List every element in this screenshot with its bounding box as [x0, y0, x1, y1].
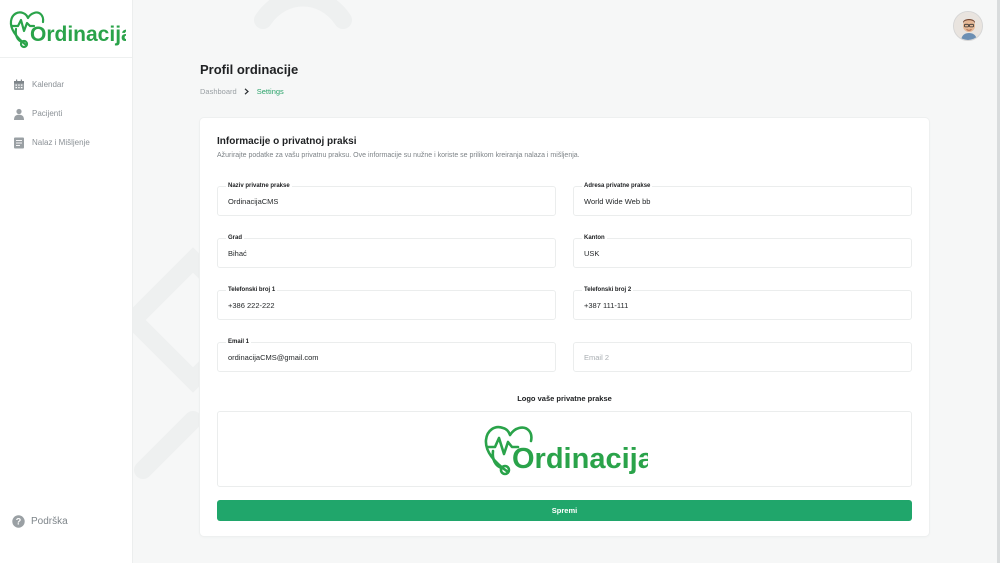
breadcrumb: Dashboard Settings — [200, 87, 284, 96]
telefon1-field: Telefonski broj 1 — [217, 286, 556, 320]
ordinacija-logo-icon: Ordinacija — [9, 10, 126, 48]
ordinacija-logo-icon: Ordinacija — [484, 425, 648, 476]
email1-field: Email 1 — [217, 338, 556, 372]
sidebar-nav: Kalendar Pacijenti Nalaz i Mišljenje — [0, 58, 132, 157]
email2-input[interactable] — [574, 343, 911, 371]
telefon2-input[interactable] — [574, 291, 911, 319]
logo-upload-area[interactable]: Ordinacija — [217, 411, 912, 487]
svg-text:Ordinacija: Ordinacija — [512, 443, 648, 475]
adresa-input[interactable] — [574, 187, 911, 215]
page-title: Profil ordinacije — [200, 62, 299, 77]
svg-text:?: ? — [16, 517, 22, 527]
card-title: Informacije o privatnoj praksi — [217, 136, 357, 147]
grad-field: Grad — [217, 234, 556, 268]
naziv-input[interactable] — [218, 187, 555, 215]
email2-field — [573, 342, 912, 372]
sidebar-item-kalendar[interactable]: Kalendar — [0, 70, 132, 99]
sidebar-item-label: Pacijenti — [32, 109, 63, 118]
kanton-input[interactable] — [574, 239, 911, 267]
naziv-field: Naziv privatne prakse — [217, 182, 556, 216]
kanton-field: Kanton — [573, 234, 912, 268]
brand-logo[interactable]: Ordinacija — [0, 0, 132, 58]
practice-info-card: Informacije o privatnoj praksi Ažurirajt… — [200, 118, 929, 536]
sidebar-item-pacijenti[interactable]: Pacijenti — [0, 99, 132, 128]
sidebar-item-nalaz-i-misljenje[interactable]: Nalaz i Mišljenje — [0, 128, 132, 157]
user-icon — [12, 107, 25, 120]
grad-input[interactable] — [218, 239, 555, 267]
telefon2-field: Telefonski broj 2 — [573, 286, 912, 320]
support-label: Podrška — [31, 516, 68, 527]
card-description: Ažurirajte podatke za vašu privatnu prak… — [217, 152, 580, 159]
email1-input[interactable] — [218, 343, 555, 371]
logo-label: Logo vaše privatne prakse — [517, 394, 612, 403]
breadcrumb-dashboard[interactable]: Dashboard — [200, 87, 237, 96]
calendar-icon — [12, 78, 25, 91]
support-link[interactable]: ? Podrška — [12, 515, 68, 528]
telefon1-input[interactable] — [218, 291, 555, 319]
breadcrumb-settings[interactable]: Settings — [257, 87, 284, 96]
help-circle-icon: ? — [12, 515, 25, 528]
adresa-field: Adresa privatne prakse — [573, 182, 912, 216]
avatar[interactable] — [953, 11, 983, 41]
sidebar: Ordinacija Kalendar Pacijenti Nalaz i Mi… — [0, 0, 133, 563]
svg-text:Ordinacija: Ordinacija — [30, 23, 126, 46]
sidebar-item-label: Nalaz i Mišljenje — [32, 138, 90, 147]
sidebar-item-label: Kalendar — [32, 80, 65, 89]
chevron-right-icon — [244, 88, 250, 96]
document-icon — [12, 136, 25, 149]
save-button[interactable]: Spremi — [217, 500, 912, 521]
